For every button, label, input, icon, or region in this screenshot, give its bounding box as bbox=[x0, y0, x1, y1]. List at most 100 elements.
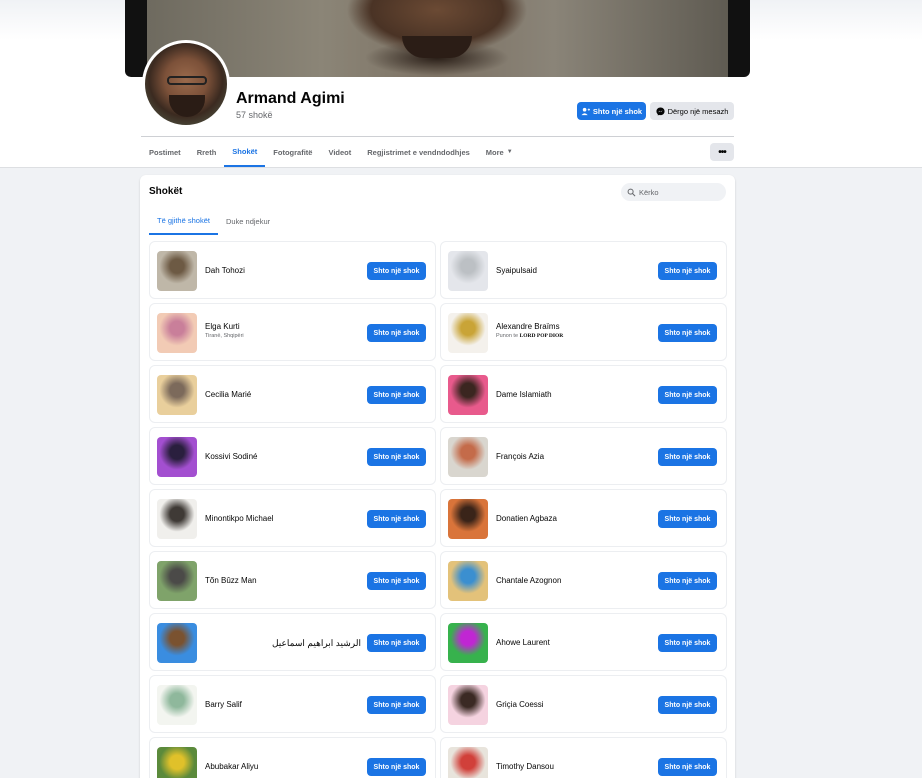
tab-videos-label: Videot bbox=[328, 147, 352, 157]
friend-avatar[interactable] bbox=[157, 623, 197, 663]
friend-name[interactable]: Ahowe Laurent bbox=[496, 638, 550, 647]
tab-friends[interactable]: Shokët bbox=[224, 137, 266, 167]
add-friend-button[interactable]: Shto një shok bbox=[658, 324, 717, 342]
friend-subtitle: Punon te LORD POP DIOR bbox=[496, 333, 563, 339]
friend-avatar[interactable] bbox=[448, 499, 488, 539]
friend-card: Timothy Dansou Shto një shok bbox=[440, 737, 727, 778]
friend-avatar[interactable] bbox=[157, 499, 197, 539]
search-icon bbox=[627, 188, 636, 196]
add-friend-button[interactable]: Shto një shok bbox=[367, 510, 426, 528]
friend-name[interactable]: Dame Islamiath bbox=[496, 390, 552, 399]
tab-photos-label: Fotografitë bbox=[273, 147, 313, 157]
tab-more[interactable]: More ▼ bbox=[478, 137, 521, 167]
friend-name[interactable]: François Azia bbox=[496, 452, 544, 461]
tab-more-label: More bbox=[485, 147, 504, 157]
add-friend-button[interactable]: Shto një shok bbox=[658, 758, 717, 776]
friend-card: Minontikpo Michael Shto një shok bbox=[149, 489, 436, 547]
friend-avatar[interactable] bbox=[157, 561, 197, 601]
friend-avatar[interactable] bbox=[157, 437, 197, 477]
add-friend-button[interactable]: Shto një shok bbox=[658, 510, 717, 528]
add-friend-button[interactable]: Shto një shok bbox=[367, 572, 426, 590]
friend-avatar[interactable] bbox=[448, 313, 488, 353]
tab-check-ins[interactable]: Regjistrimet e vendndodhjes bbox=[359, 137, 478, 167]
friend-name[interactable]: Kossivi Sodiné bbox=[205, 452, 257, 461]
profile-tabs: Postimet Rreth Shokët Fotografitë Videot… bbox=[141, 137, 521, 167]
tab-photos[interactable]: Fotografitë bbox=[265, 137, 320, 167]
send-message-label: Dërgo një mesazh bbox=[667, 106, 729, 116]
friend-subtitle: Tiranë, Shqipëri bbox=[205, 333, 244, 339]
add-friend-button[interactable]: Shto një shok bbox=[367, 758, 426, 776]
friend-name[interactable]: Dah Tohozi bbox=[205, 266, 245, 275]
friend-avatar[interactable] bbox=[448, 685, 488, 725]
friend-avatar[interactable] bbox=[157, 375, 197, 415]
friend-avatar[interactable] bbox=[157, 685, 197, 725]
send-message-button[interactable]: Dërgo një mesazh bbox=[650, 102, 734, 120]
friend-card: Barry Salif Shto një shok bbox=[149, 675, 436, 733]
add-friend-button[interactable]: Shto një shok bbox=[658, 262, 717, 280]
add-friend-button[interactable]: Shto një shok bbox=[658, 386, 717, 404]
avatar-detail-glasses bbox=[167, 76, 207, 85]
add-friend-label: Shto një shok bbox=[592, 106, 643, 116]
add-friend-button[interactable]: Shto një shok bbox=[658, 448, 717, 466]
friend-avatar[interactable] bbox=[157, 251, 197, 291]
friend-avatar[interactable] bbox=[448, 747, 488, 778]
friend-avatar[interactable] bbox=[448, 437, 488, 477]
friend-name[interactable]: Syaipulsaid bbox=[496, 266, 537, 275]
friend-workplace[interactable]: LORD POP DIOR bbox=[520, 333, 564, 339]
add-friend-button[interactable]: Shto një shok bbox=[367, 448, 426, 466]
more-options-button[interactable]: ••• bbox=[710, 143, 734, 161]
tab-about-label: Rreth bbox=[196, 147, 217, 157]
add-friend-button[interactable]: Shto një shok bbox=[577, 102, 646, 120]
friend-avatar[interactable] bbox=[448, 561, 488, 601]
friend-avatar[interactable] bbox=[448, 623, 488, 663]
add-friend-button[interactable]: Shto një shok bbox=[367, 262, 426, 280]
tab-check-ins-label: Regjistrimet e vendndodhjes bbox=[367, 147, 470, 157]
friend-name[interactable]: Timothy Dansou bbox=[496, 762, 554, 771]
search-input[interactable] bbox=[639, 187, 719, 197]
tab-posts[interactable]: Postimet bbox=[141, 137, 189, 167]
friend-name[interactable]: Elga Kurti bbox=[205, 322, 240, 331]
messenger-icon bbox=[656, 107, 665, 116]
friend-card: Abubakar Aliyu Shto një shok bbox=[149, 737, 436, 778]
add-friend-button[interactable]: Shto një shok bbox=[658, 634, 717, 652]
friend-card: Griçia Coessi Shto një shok bbox=[440, 675, 727, 733]
add-friend-button[interactable]: Shto një shok bbox=[658, 572, 717, 590]
add-friend-button[interactable]: Shto një shok bbox=[367, 324, 426, 342]
friend-card: Tõn Bûzz Man Shto një shok bbox=[149, 551, 436, 609]
friend-name[interactable]: Abubakar Aliyu bbox=[205, 762, 258, 771]
friend-avatar[interactable] bbox=[157, 747, 197, 778]
tab-friends-label: Shokët bbox=[232, 146, 258, 156]
friend-avatar[interactable] bbox=[448, 375, 488, 415]
friend-name[interactable]: Minontikpo Michael bbox=[205, 514, 273, 523]
friend-name[interactable]: Cecilia Marié bbox=[205, 390, 251, 399]
friend-avatar[interactable] bbox=[157, 313, 197, 353]
add-friend-button[interactable]: Shto një shok bbox=[367, 696, 426, 714]
friend-card: Dah Tohozi Shto një shok bbox=[149, 241, 436, 299]
friends-search[interactable] bbox=[621, 183, 726, 201]
friend-count[interactable]: 57 shokë bbox=[236, 110, 273, 120]
add-friend-button[interactable]: Shto një shok bbox=[367, 634, 426, 652]
friends-title: Shokët bbox=[149, 186, 183, 197]
friend-name[interactable]: Chantale Azognon bbox=[496, 576, 561, 585]
friend-name[interactable]: Alexandre Braïms bbox=[496, 322, 560, 331]
tab-about[interactable]: Rreth bbox=[189, 137, 225, 167]
friend-name[interactable]: Griçia Coessi bbox=[496, 700, 544, 709]
friends-card: Shokët Të gjithë shokët Duke ndjekur Dah… bbox=[140, 175, 735, 778]
subtab-all-friends-label: Të gjithë shokët bbox=[157, 215, 210, 225]
friend-name[interactable]: Tõn Bûzz Man bbox=[205, 576, 257, 585]
tab-posts-label: Postimet bbox=[149, 147, 181, 157]
add-friend-icon bbox=[581, 107, 590, 115]
friend-card: Syaipulsaid Shto një shok bbox=[440, 241, 727, 299]
add-friend-button[interactable]: Shto një shok bbox=[367, 386, 426, 404]
friend-name[interactable]: Donatien Agbaza bbox=[496, 514, 557, 523]
tab-videos[interactable]: Videot bbox=[320, 137, 359, 167]
add-friend-button[interactable]: Shto një shok bbox=[658, 696, 717, 714]
subtab-following[interactable]: Duke ndjekur bbox=[218, 207, 278, 235]
friend-card: Kossivi Sodiné Shto një shok bbox=[149, 427, 436, 485]
friend-name[interactable]: الرشيد ابراهيم اسماعيل bbox=[272, 638, 361, 649]
friend-avatar[interactable] bbox=[448, 251, 488, 291]
subtab-all-friends[interactable]: Të gjithë shokët bbox=[149, 207, 218, 235]
profile-name[interactable]: Armand Agimi bbox=[236, 90, 345, 108]
friend-name[interactable]: Barry Salif bbox=[205, 700, 242, 709]
profile-avatar[interactable] bbox=[142, 40, 230, 128]
